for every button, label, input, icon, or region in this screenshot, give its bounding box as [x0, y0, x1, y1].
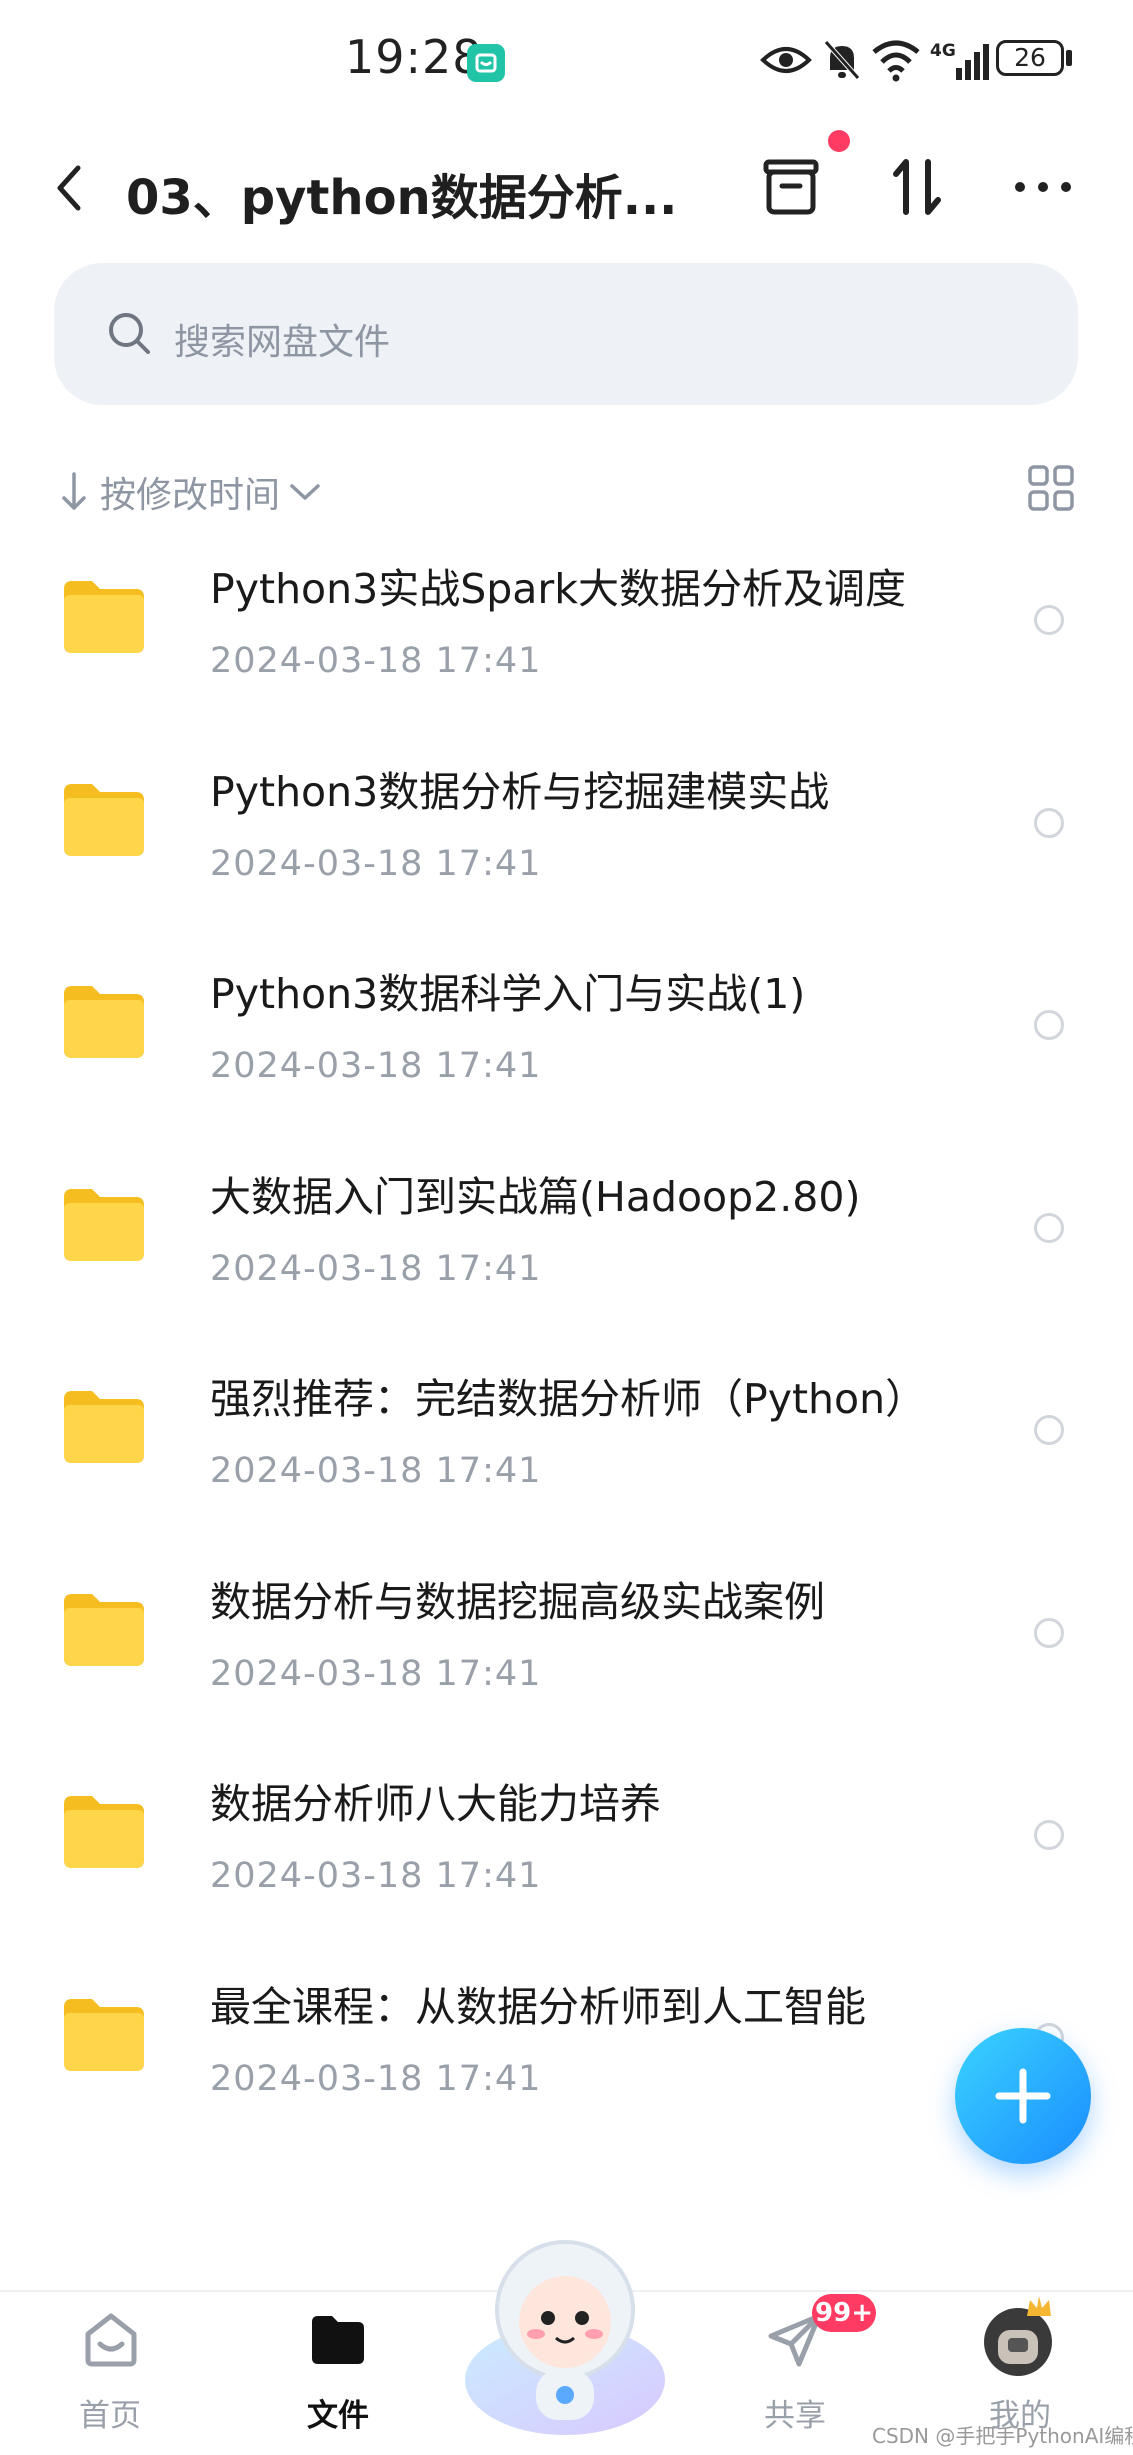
search-placeholder: 搜索网盘文件 [174, 322, 391, 363]
svg-text:4G: 4G [930, 41, 956, 61]
file-name: Python3实战Spark大数据分析及调度 [210, 565, 906, 613]
sort-arrows-icon [893, 159, 941, 215]
file-name: 数据分析与数据挖掘高级实战案例 [210, 1577, 825, 1626]
file-date: 2024-03-18 17:41 [210, 2058, 542, 2099]
select-checkbox[interactable] [1034, 1212, 1064, 1243]
select-checkbox[interactable] [1034, 605, 1064, 635]
folder-icon [64, 783, 144, 856]
sort-button[interactable] [886, 156, 948, 218]
battery-icon: 26 [996, 40, 1064, 76]
file-date: 2024-03-18 17:41 [210, 1653, 542, 1694]
app-notification-icon [467, 44, 505, 82]
file-name: Python3数据科学入门与实战(1) [210, 970, 806, 1018]
more-button[interactable] [1012, 156, 1074, 218]
arrow-down-icon [62, 472, 86, 510]
notification-dot [828, 130, 850, 152]
wifi-icon [872, 40, 920, 82]
grid-view-button[interactable] [1028, 465, 1074, 511]
select-checkbox[interactable] [1034, 1820, 1064, 1850]
status-icons: 4G 26 [760, 36, 1080, 86]
battery-tip [1066, 50, 1072, 66]
file-name: Python3数据分析与挖掘建模实战 [210, 767, 830, 816]
folder-icon [64, 1391, 144, 1463]
search-icon [109, 313, 150, 354]
file-name: 数据分析师八大能力培养 [210, 1780, 661, 1828]
plus-icon [995, 2068, 1051, 2124]
mascot-icon [465, 2240, 665, 2435]
file-date: 2024-03-18 17:41 [210, 1451, 542, 1491]
assistant-mascot-button[interactable] [456, 2230, 674, 2440]
folder-icon [64, 1593, 144, 1666]
file-name: 最全课程：从数据分析师到人工智能 [210, 1982, 866, 2031]
bell-mute-icon [824, 40, 860, 80]
folder-icon [64, 1796, 144, 1868]
file-name: 强烈推荐：完结数据分析师（Python） [210, 1375, 927, 1423]
eye-icon [760, 47, 812, 73]
select-checkbox[interactable] [1034, 1010, 1064, 1040]
folder-icon [64, 986, 144, 1058]
folder-icon [64, 1188, 144, 1261]
tab-share-label: 共享 [764, 2398, 826, 2434]
share-badge: 99+ [812, 2294, 876, 2332]
crown-icon [1027, 2296, 1051, 2316]
add-button[interactable] [955, 2028, 1091, 2164]
page-title: 03、python数据分析... [126, 170, 678, 226]
grid-icon [1028, 465, 1074, 511]
folder-icon [64, 1998, 144, 2071]
tab-home-label: 首页 [79, 2398, 141, 2434]
tab-files[interactable]: 文件 [278, 2304, 398, 2444]
file-date: 2024-03-18 17:41 [210, 1046, 542, 1086]
file-date: 2024-03-18 17:41 [210, 1856, 542, 1896]
transfer-box-button[interactable] [760, 156, 822, 218]
more-dots-icon [1015, 182, 1071, 192]
folder-icon [64, 581, 144, 653]
sort-dropdown[interactable]: 按修改时间 [58, 466, 322, 518]
archive-icon [763, 159, 819, 215]
battery-level: 26 [1014, 43, 1046, 72]
tab-files-label: 文件 [307, 2398, 369, 2434]
folder-tab-icon [312, 2316, 364, 2364]
select-checkbox[interactable] [1034, 1415, 1064, 1445]
select-checkbox[interactable] [1034, 1617, 1064, 1648]
signal-4g-icon: 4G [930, 41, 989, 80]
back-button[interactable] [48, 160, 92, 216]
select-checkbox[interactable] [1034, 807, 1064, 838]
watermark: CSDN @手把手PythonAI编程 [872, 2424, 1133, 2448]
status-time: 19:28 [345, 30, 483, 84]
file-name: 大数据入门到实战篇(Hadoop2.80) [210, 1172, 861, 1221]
chevron-down-icon [290, 484, 320, 500]
file-date: 2024-03-18 17:41 [210, 843, 542, 884]
file-date: 2024-03-18 17:41 [210, 1248, 542, 1289]
home-icon [85, 2313, 137, 2367]
tab-home[interactable]: 首页 [50, 2304, 170, 2444]
file-date: 2024-03-18 17:41 [210, 641, 542, 681]
sort-label: 按修改时间 [100, 475, 281, 516]
chevron-left-icon [57, 165, 81, 211]
